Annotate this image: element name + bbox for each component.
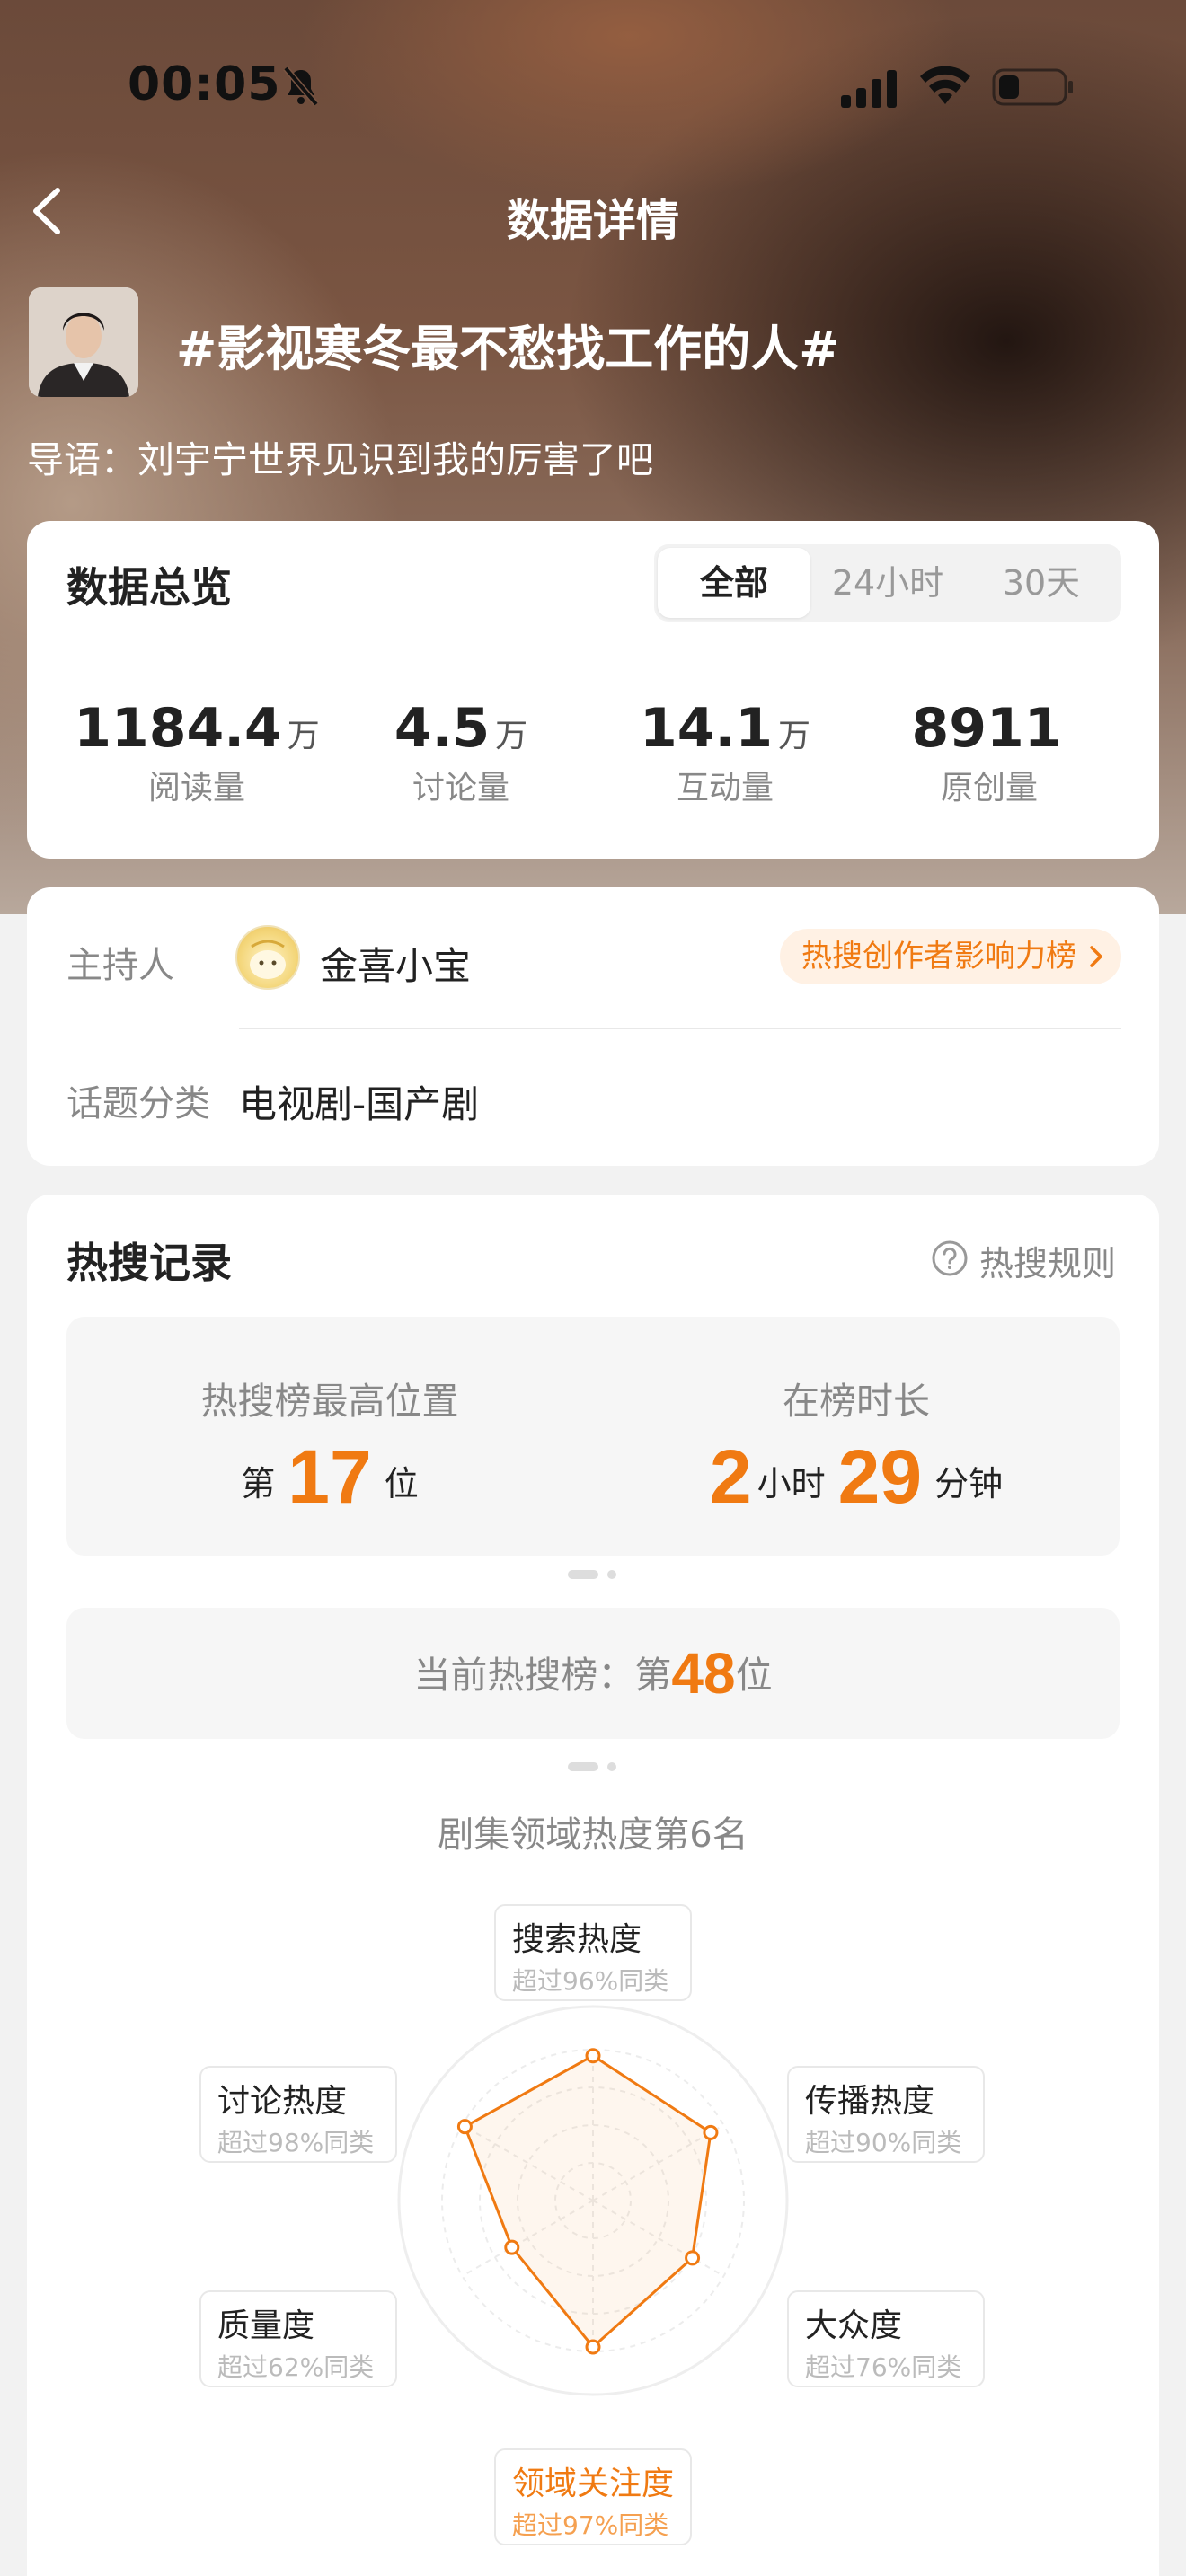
help-circle-icon [932,1240,968,1276]
duration-title: 在榜时长 [783,1380,930,1423]
stat-discussions: 4.5 万 讨论量 [331,697,591,808]
current-rank-label: 当前热搜榜：第 [413,1654,672,1697]
current-rank-panel: 当前热搜榜：第48位 [66,1608,1120,1739]
stat-discussions-label: 讨论量 [412,770,509,807]
battery-icon [992,68,1073,106]
current-rank-line: 当前热搜榜：第48位 [66,1608,1120,1739]
peak-rank-number: 17 [288,1434,372,1519]
overview-card: 数据总览 全部 24小时 30天 1184.4 万 阅读量 4.5 万 讨论量 14… [27,521,1159,859]
radar-data-area [463,2054,712,2349]
nav-bar: 数据详情 [0,171,1186,251]
tab-24h[interactable]: 24小时 [810,544,965,622]
stat-interactions-unit: 万 [778,718,811,754]
peak-rank-prefix: 第 [241,1464,276,1504]
host-avatar[interactable] [235,925,300,990]
peak-rank-suffix: 位 [384,1464,419,1504]
stat-reads-value: 1184.4 [74,697,282,760]
radar-label-discussion: 讨论热度 超过98%同类 [199,2066,397,2163]
stat-reads-unit: 万 [287,718,320,754]
radar-point-2 [685,2250,701,2266]
stat-interactions-value: 14.1 [639,697,774,760]
creator-rank-link[interactable]: 热搜创作者影响力榜 [780,929,1121,984]
radar-point-3 [585,2339,601,2355]
current-rank-suffix: 位 [735,1654,773,1697]
cellular-signal-icon [841,70,897,108]
hot-rules-link[interactable]: 热搜规则 [931,1232,1128,1284]
radar-point-5 [456,2119,473,2135]
status-bar: 00:05 [0,54,1186,117]
creator-rank-label: 热搜创作者影响力榜 [801,939,1076,975]
stat-originals: 8911 原创量 [859,697,1120,808]
bell-muted-icon [283,66,319,107]
peak-rank-title: 热搜榜最高位置 [200,1380,459,1423]
host-divider [239,1028,1121,1029]
pager-dots [27,1570,1159,1581]
duration-minutes-unit: 分钟 [934,1464,1004,1504]
host-name[interactable]: 金喜小宝 [320,936,471,991]
radar-label-quality: 质量度 超过62%同类 [199,2290,397,2387]
stat-discussions-value: 4.5 [394,697,491,760]
host-card: 主持人 金喜小宝 热搜创作者影响力榜 话题分类 电视剧-国产剧 [27,887,1159,1166]
radar-chart [397,2005,789,2396]
radar-point-0 [585,2048,601,2064]
radar-label-spread: 传播热度 超过90%同类 [787,2066,985,2163]
chevron-right-icon [1090,946,1102,967]
category-value: 电视剧-国产剧 [239,1082,480,1126]
hot-rules-label: 热搜规则 [979,1244,1117,1284]
topic-title: #影视寒冬最不愁找工作的人# [176,321,840,377]
topic-avatar [29,287,138,397]
radar-label-search: 搜索热度 超过96%同类 [494,1904,692,2001]
hot-stats-panel: 热搜榜最高位置 第 17 位 在榜时长 2 小时 29 分钟 [66,1317,1120,1556]
status-time: 00:05 [128,57,281,111]
category-label: 话题分类 [66,1083,210,1125]
radar-point-1 [703,2124,719,2140]
tab-all[interactable]: 全部 [658,548,810,618]
overview-title: 数据总览 [66,563,232,612]
duration-value: 2 小时 29 分钟 [593,1434,1120,1521]
stat-originals-value: 8911 [911,697,1062,760]
tab-30d[interactable]: 30天 [965,544,1118,622]
radar-title: 剧集领域热度第6名 [438,1814,748,1856]
host-label: 主持人 [66,945,174,986]
stat-originals-label: 原创量 [940,770,1038,807]
peak-rank-value: 第 17 位 [66,1434,593,1521]
time-range-tabs: 全部 24小时 30天 [654,544,1121,622]
topic-intro: 导语：刘宇宁世界见识到我的厉害了吧 [27,438,653,481]
radar-label-domain: 领域关注度 超过97%同类 [494,2448,692,2545]
stat-reads: 1184.4 万 阅读量 [66,697,327,808]
page-title: 数据详情 [506,196,679,246]
current-rank-number: 48 [671,1641,736,1706]
stat-interactions-label: 互动量 [676,770,774,807]
pager-dots-2 [27,1762,1159,1773]
duration-hours: 2 [709,1434,752,1519]
stat-reads-label: 阅读量 [147,770,245,807]
hot-record-title: 热搜记录 [66,1239,232,1287]
stat-interactions: 14.1 万 互动量 [595,697,855,808]
stat-discussions-unit: 万 [495,718,528,754]
duration-minutes: 29 [837,1434,923,1519]
hot-record-card: 热搜记录 热搜规则 热搜榜最高位置 第 17 位 在榜时长 2 小时 29 分钟 当前热搜… [27,1195,1159,2576]
duration-hours-unit: 小时 [757,1464,826,1504]
wifi-icon [920,66,970,104]
radar-label-popularity: 大众度 超过76%同类 [787,2290,985,2387]
radar-point-4 [504,2239,520,2255]
